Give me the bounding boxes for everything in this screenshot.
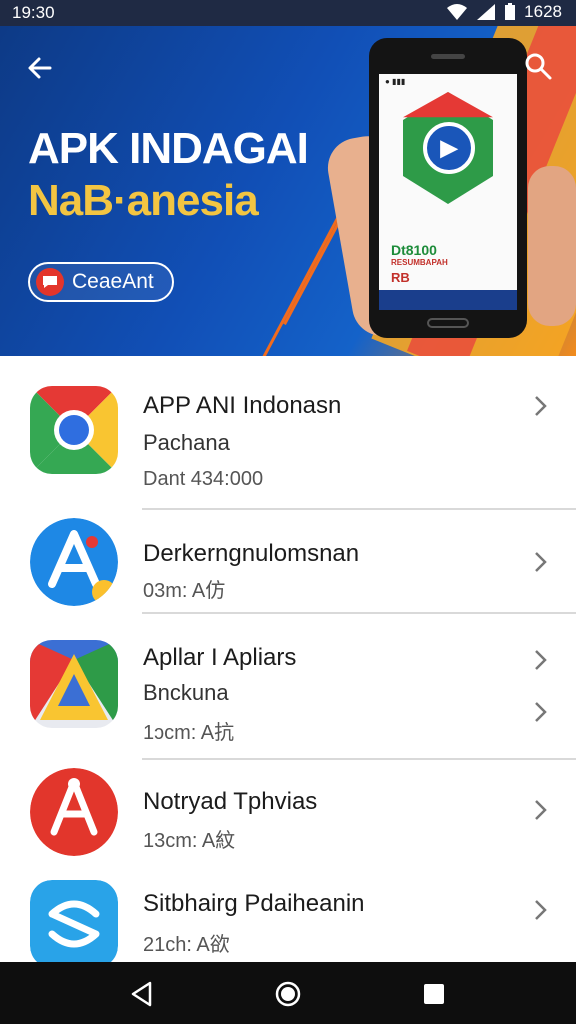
app-name: Sitbhairg Pdaiheanin (143, 890, 365, 917)
app-store-a-icon (30, 518, 118, 606)
list-divider (142, 758, 576, 760)
app-meta: 1ɔcm: A抗 (143, 722, 235, 744)
phone-screen-code: RB (391, 270, 410, 285)
phone-screen-navbar (379, 290, 517, 310)
home-circle-icon (275, 981, 301, 1007)
hero-action-label: CeaeAnt (72, 270, 154, 293)
phone-speaker (431, 54, 465, 59)
red-a-icon (30, 768, 118, 856)
arrow-left-icon (28, 57, 52, 79)
app-subtitle: Pachana (143, 430, 230, 455)
phone-mockup: ● ▮▮▮ ▶ Dt8100 RESUMBAPAH RB (369, 38, 527, 338)
system-navigation-bar (0, 962, 576, 1024)
nav-recents-button[interactable] (418, 978, 450, 1010)
app-name: Notryad Tphvias (143, 788, 318, 815)
app-meta: Dant 434:000 (143, 468, 264, 490)
hero-title: APK INDAGAI (28, 124, 309, 173)
chevron-right-icon (535, 800, 547, 820)
chrome-style-icon (30, 386, 118, 474)
status-clock-right: 1628 (524, 2, 562, 21)
wifi-icon (447, 4, 468, 20)
hero-line (253, 197, 350, 356)
blue-swirl-icon (30, 880, 118, 968)
list-divider (142, 508, 576, 510)
search-icon (525, 53, 552, 80)
back-button[interactable] (22, 50, 58, 86)
app-meta: 13cm: A紋 (143, 830, 236, 852)
phone-screen-tag: RESUMBAPAH (391, 258, 448, 267)
hero-subtitle: NaB·anesia (28, 176, 259, 225)
play-logo-icon: ▶ (423, 122, 475, 174)
chevron-right-icon (535, 396, 547, 416)
app-meta: 21ch: A欲 (143, 934, 230, 956)
status-icons: 1628 (446, 2, 562, 22)
status-time: 19:30 (12, 3, 55, 22)
drive-triangle-icon (30, 640, 118, 728)
phone-home-button (427, 318, 469, 328)
recents-square-icon (424, 984, 444, 1004)
chevron-right-icon (535, 702, 547, 722)
list-divider (142, 612, 576, 614)
nav-home-button[interactable] (272, 978, 304, 1010)
hero-banner: APK INDAGAI NaB·anesia CeaeAnt ● ▮▮▮ ▶ D… (0, 26, 576, 356)
chevron-right-icon (535, 552, 547, 572)
signal-icon (477, 4, 496, 20)
app-meta: 03m: A仿 (143, 580, 226, 602)
phone-screen-brand: Dt8100 (391, 242, 437, 258)
search-button[interactable] (520, 48, 556, 84)
app-subtitle: Bnckuna (143, 680, 229, 705)
back-triangle-icon (131, 981, 152, 1007)
phone-screen-topbar: ● ▮▮▮ (385, 77, 406, 86)
nav-back-button[interactable] (126, 978, 158, 1010)
chevron-right-icon (535, 900, 547, 920)
phone-screen: ● ▮▮▮ ▶ Dt8100 RESUMBAPAH RB (379, 74, 517, 310)
hero-action-button[interactable]: CeaeAnt (28, 262, 174, 302)
app-name: Derkerngnulomsnan (143, 540, 360, 567)
hand-fingers-illustration (528, 166, 576, 326)
status-bar: 19:30 1628 (0, 0, 576, 26)
battery-icon (505, 3, 516, 20)
app-name: Apllar I Apliars (143, 644, 297, 671)
chat-bubble-icon (36, 268, 64, 296)
chevron-right-icon (535, 650, 547, 670)
app-name: APP ANI Indonasn (143, 392, 342, 419)
